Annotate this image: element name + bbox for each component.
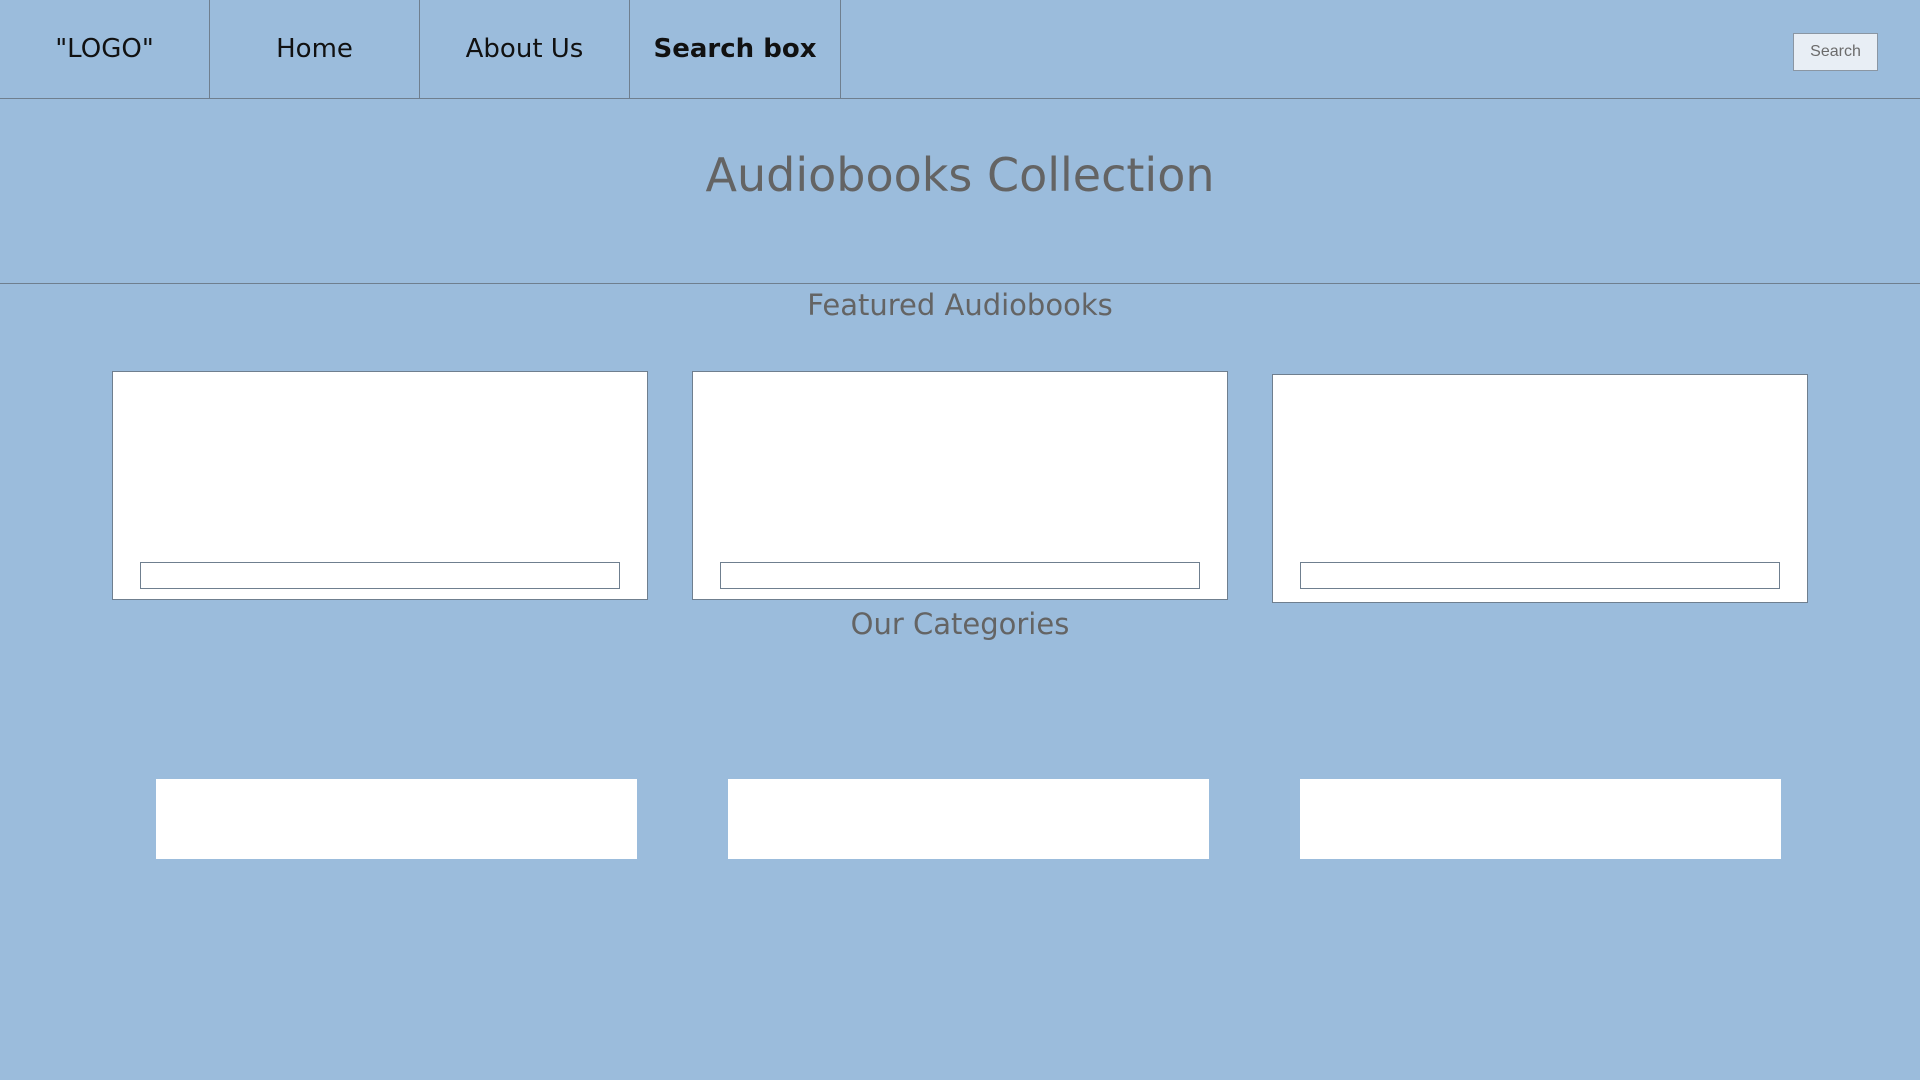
page-title: Audiobooks Collection [705, 148, 1215, 202]
nav-item-about-us[interactable]: About Us [420, 0, 630, 98]
logo[interactable]: "LOGO" [0, 0, 210, 98]
page: "LOGO" Home About Us Search box Search A… [0, 0, 1920, 1080]
category-tile[interactable] [1300, 779, 1781, 859]
top-nav: "LOGO" Home About Us Search box Search [0, 0, 1920, 99]
divider [0, 283, 1920, 284]
nav-item-search-box[interactable]: Search box [630, 0, 841, 98]
category-tile[interactable] [728, 779, 1209, 859]
card-text-field[interactable] [140, 562, 620, 589]
featured-heading: Featured Audiobooks [807, 288, 1113, 322]
card-text-field[interactable] [1300, 562, 1780, 589]
featured-card[interactable] [1272, 374, 1808, 603]
featured-card[interactable] [692, 371, 1228, 600]
search-button[interactable]: Search [1793, 33, 1878, 71]
categories-heading: Our Categories [850, 607, 1070, 641]
category-tile[interactable] [156, 779, 637, 859]
nav-item-home[interactable]: Home [210, 0, 420, 98]
card-text-field[interactable] [720, 562, 1200, 589]
featured-card[interactable] [112, 371, 648, 600]
